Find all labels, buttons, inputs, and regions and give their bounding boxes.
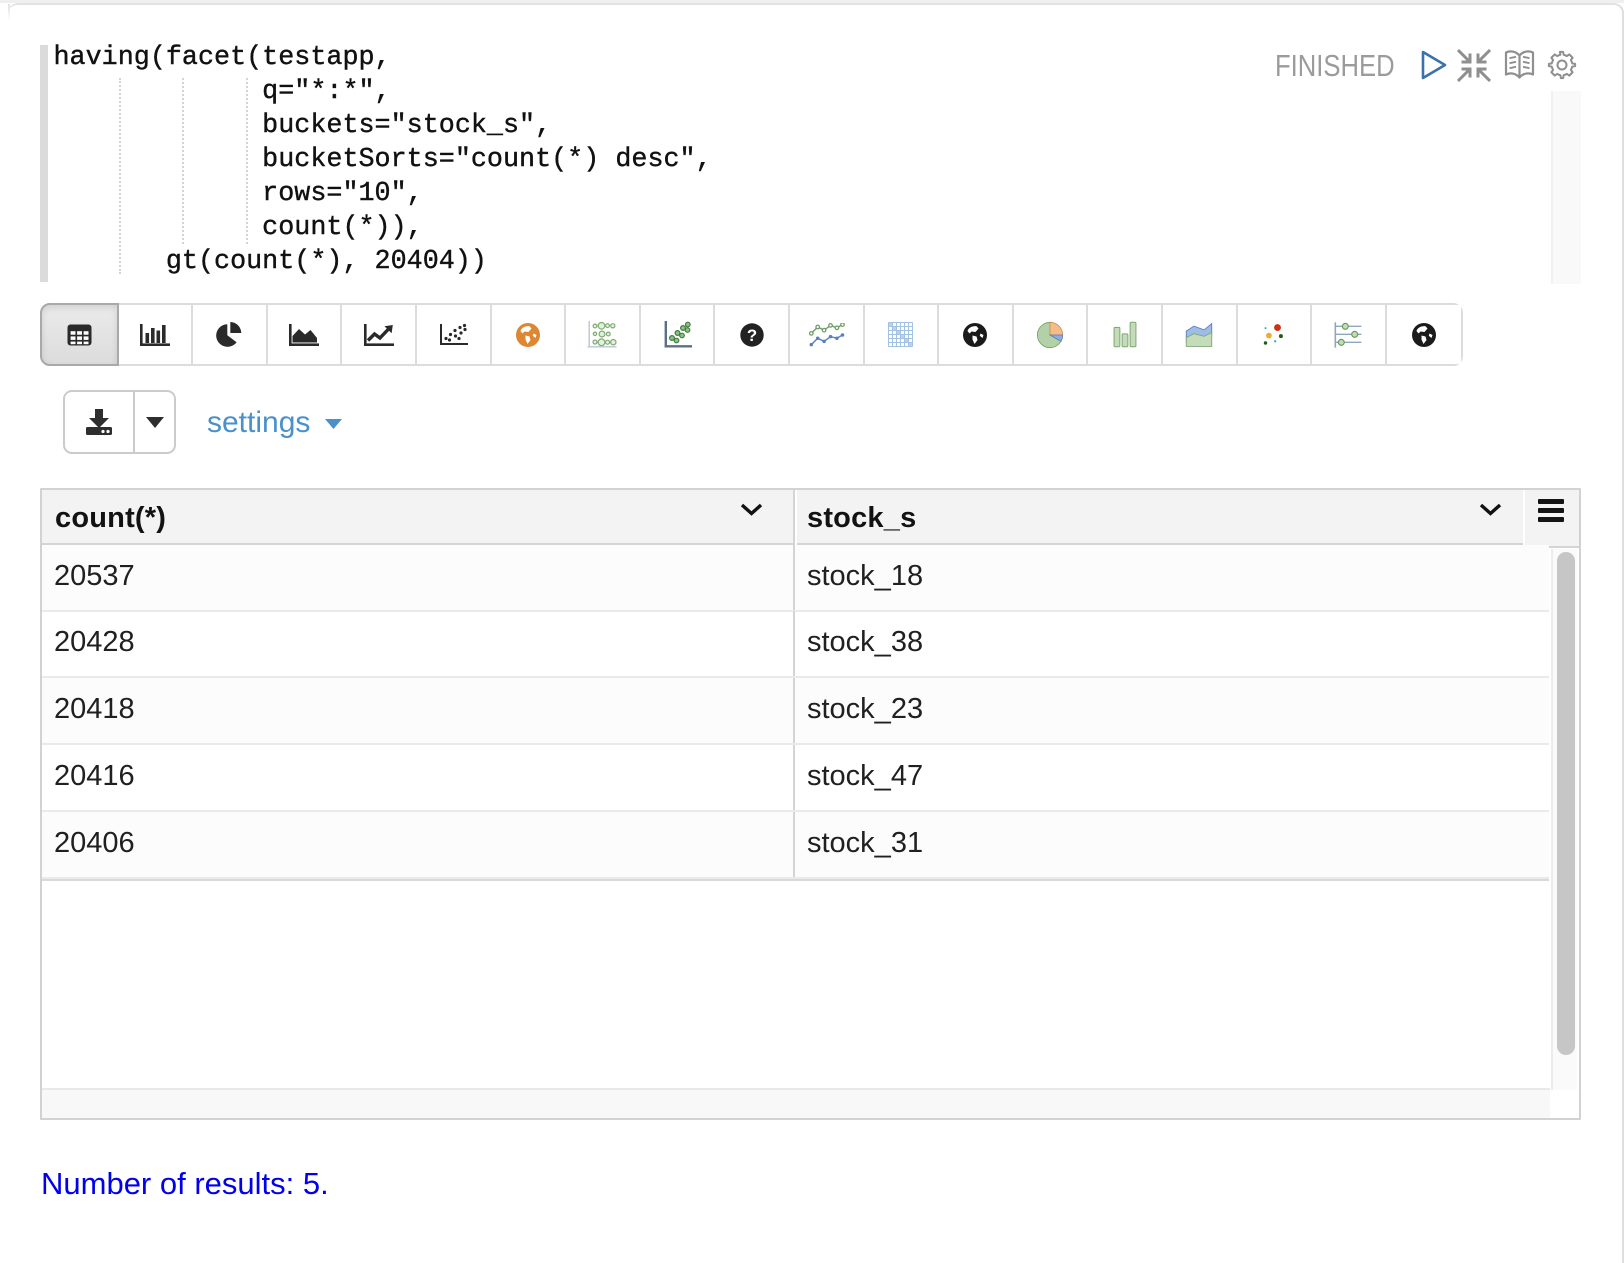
svg-text:?: ? (747, 326, 757, 345)
